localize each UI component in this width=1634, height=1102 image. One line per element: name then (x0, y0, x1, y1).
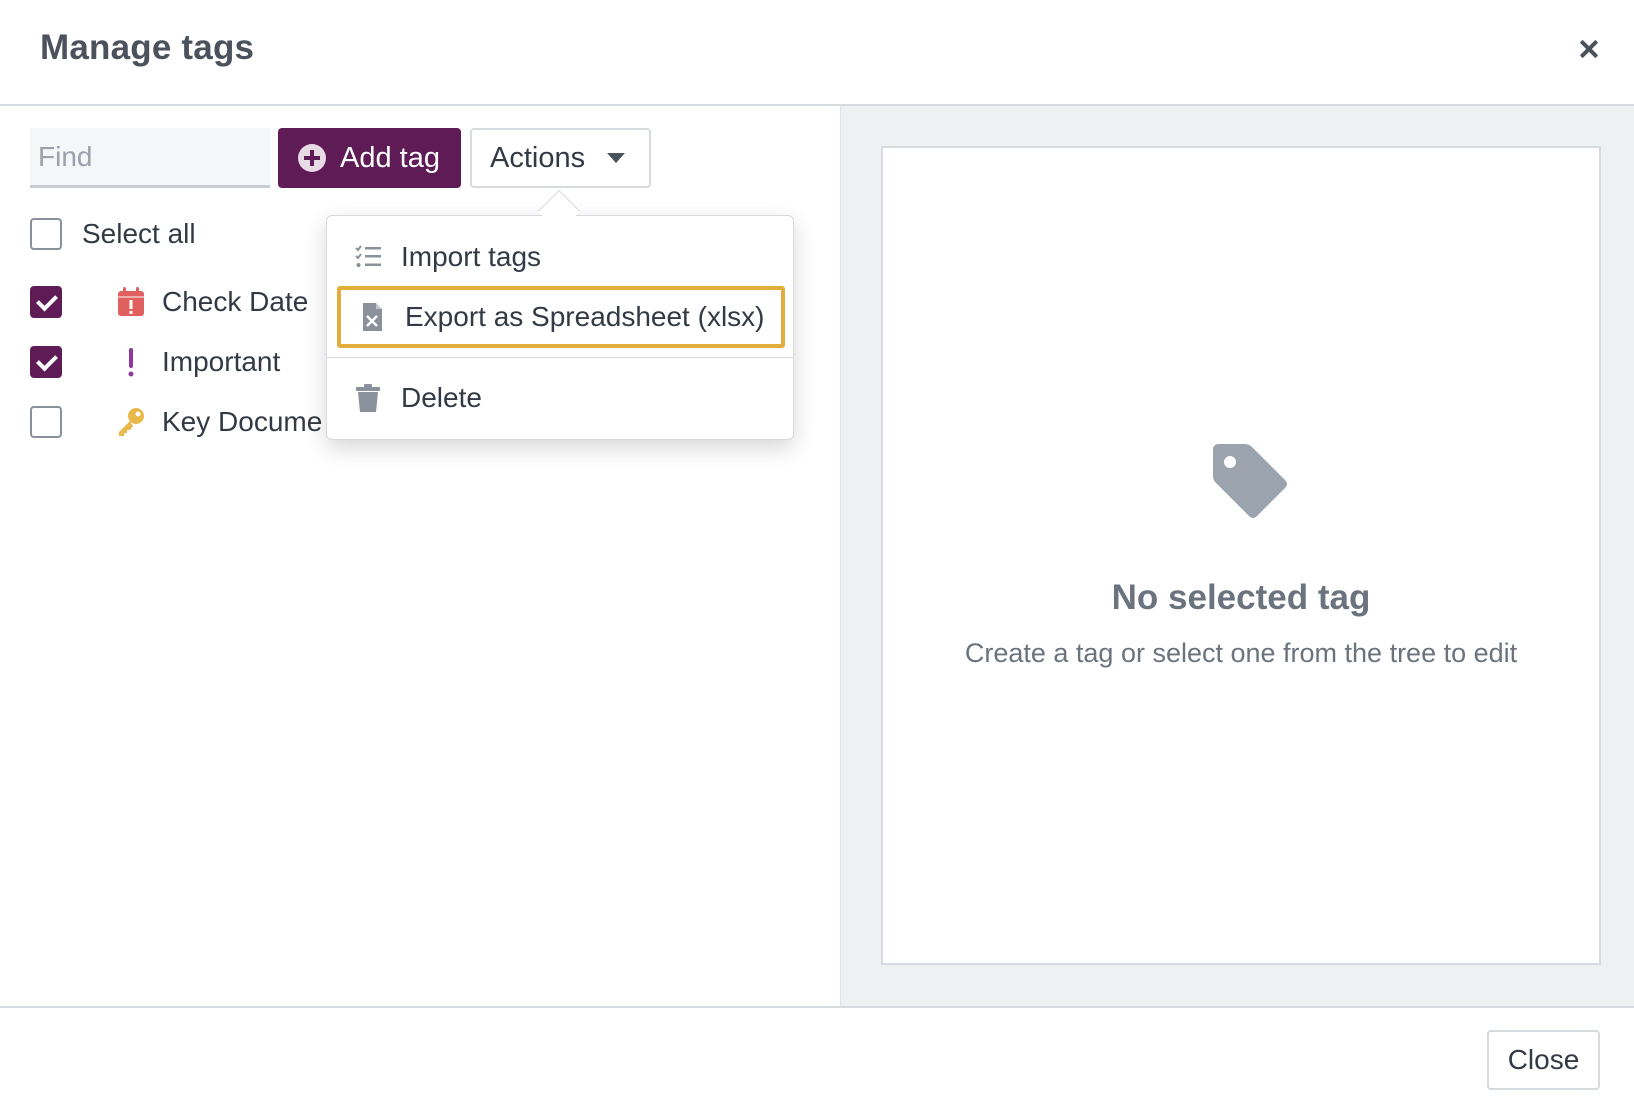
select-all-checkbox[interactable] (30, 218, 62, 250)
find-input[interactable] (30, 128, 270, 188)
tag-checkbox-important[interactable] (30, 346, 62, 378)
empty-state-title: No selected tag (1111, 578, 1371, 617)
exclamation-icon (128, 348, 134, 377)
actions-label: Actions (490, 141, 586, 174)
menu-item-export-spreadsheet[interactable]: Export as Spreadsheet (xlsx) (337, 286, 785, 348)
excel-file-icon (363, 303, 382, 331)
calendar-alert-icon (118, 287, 144, 316)
checklist-icon (355, 245, 381, 267)
tag-detail-pane: No selected tag Create a tag or select o… (840, 106, 1634, 1006)
menu-divider (327, 357, 793, 358)
actions-dropdown-menu: Import tags Export as Spreadsheet (xlsx)… (326, 215, 794, 440)
tag-checkbox-key-documents[interactable] (30, 406, 62, 438)
close-icon[interactable] (1574, 34, 1604, 64)
empty-state-subtitle: Create a tag or select one from the tree… (964, 638, 1518, 668)
plus-circle-icon (298, 144, 326, 172)
tag-icon (1213, 444, 1287, 518)
actions-button[interactable]: Actions (470, 128, 651, 188)
tag-label-key-documents[interactable]: Key Docume (162, 406, 322, 438)
add-tag-button[interactable]: Add tag (278, 128, 461, 188)
tag-label-check-date[interactable]: Check Date (162, 286, 308, 318)
menu-item-label: Import tags (401, 241, 542, 272)
dialog-footer: Close (0, 1006, 1634, 1102)
menu-item-import-tags[interactable]: Import tags (337, 226, 785, 288)
tag-label-important[interactable]: Important (162, 346, 280, 378)
tag-checkbox-check-date[interactable] (30, 286, 62, 318)
empty-state-card: No selected tag Create a tag or select o… (881, 146, 1601, 965)
trash-icon (356, 384, 380, 412)
key-icon (119, 408, 144, 436)
close-button[interactable]: Close (1487, 1030, 1600, 1090)
dialog-title: Manage tags (40, 28, 255, 67)
menu-item-delete[interactable]: Delete (337, 367, 785, 429)
menu-item-label: Delete (401, 382, 482, 413)
select-all-label: Select all (82, 218, 196, 249)
chevron-down-icon (607, 153, 626, 163)
menu-item-label: Export as Spreadsheet (xlsx) (405, 301, 765, 332)
dialog-header: Manage tags (0, 0, 1634, 106)
add-tag-label: Add tag (340, 141, 440, 174)
